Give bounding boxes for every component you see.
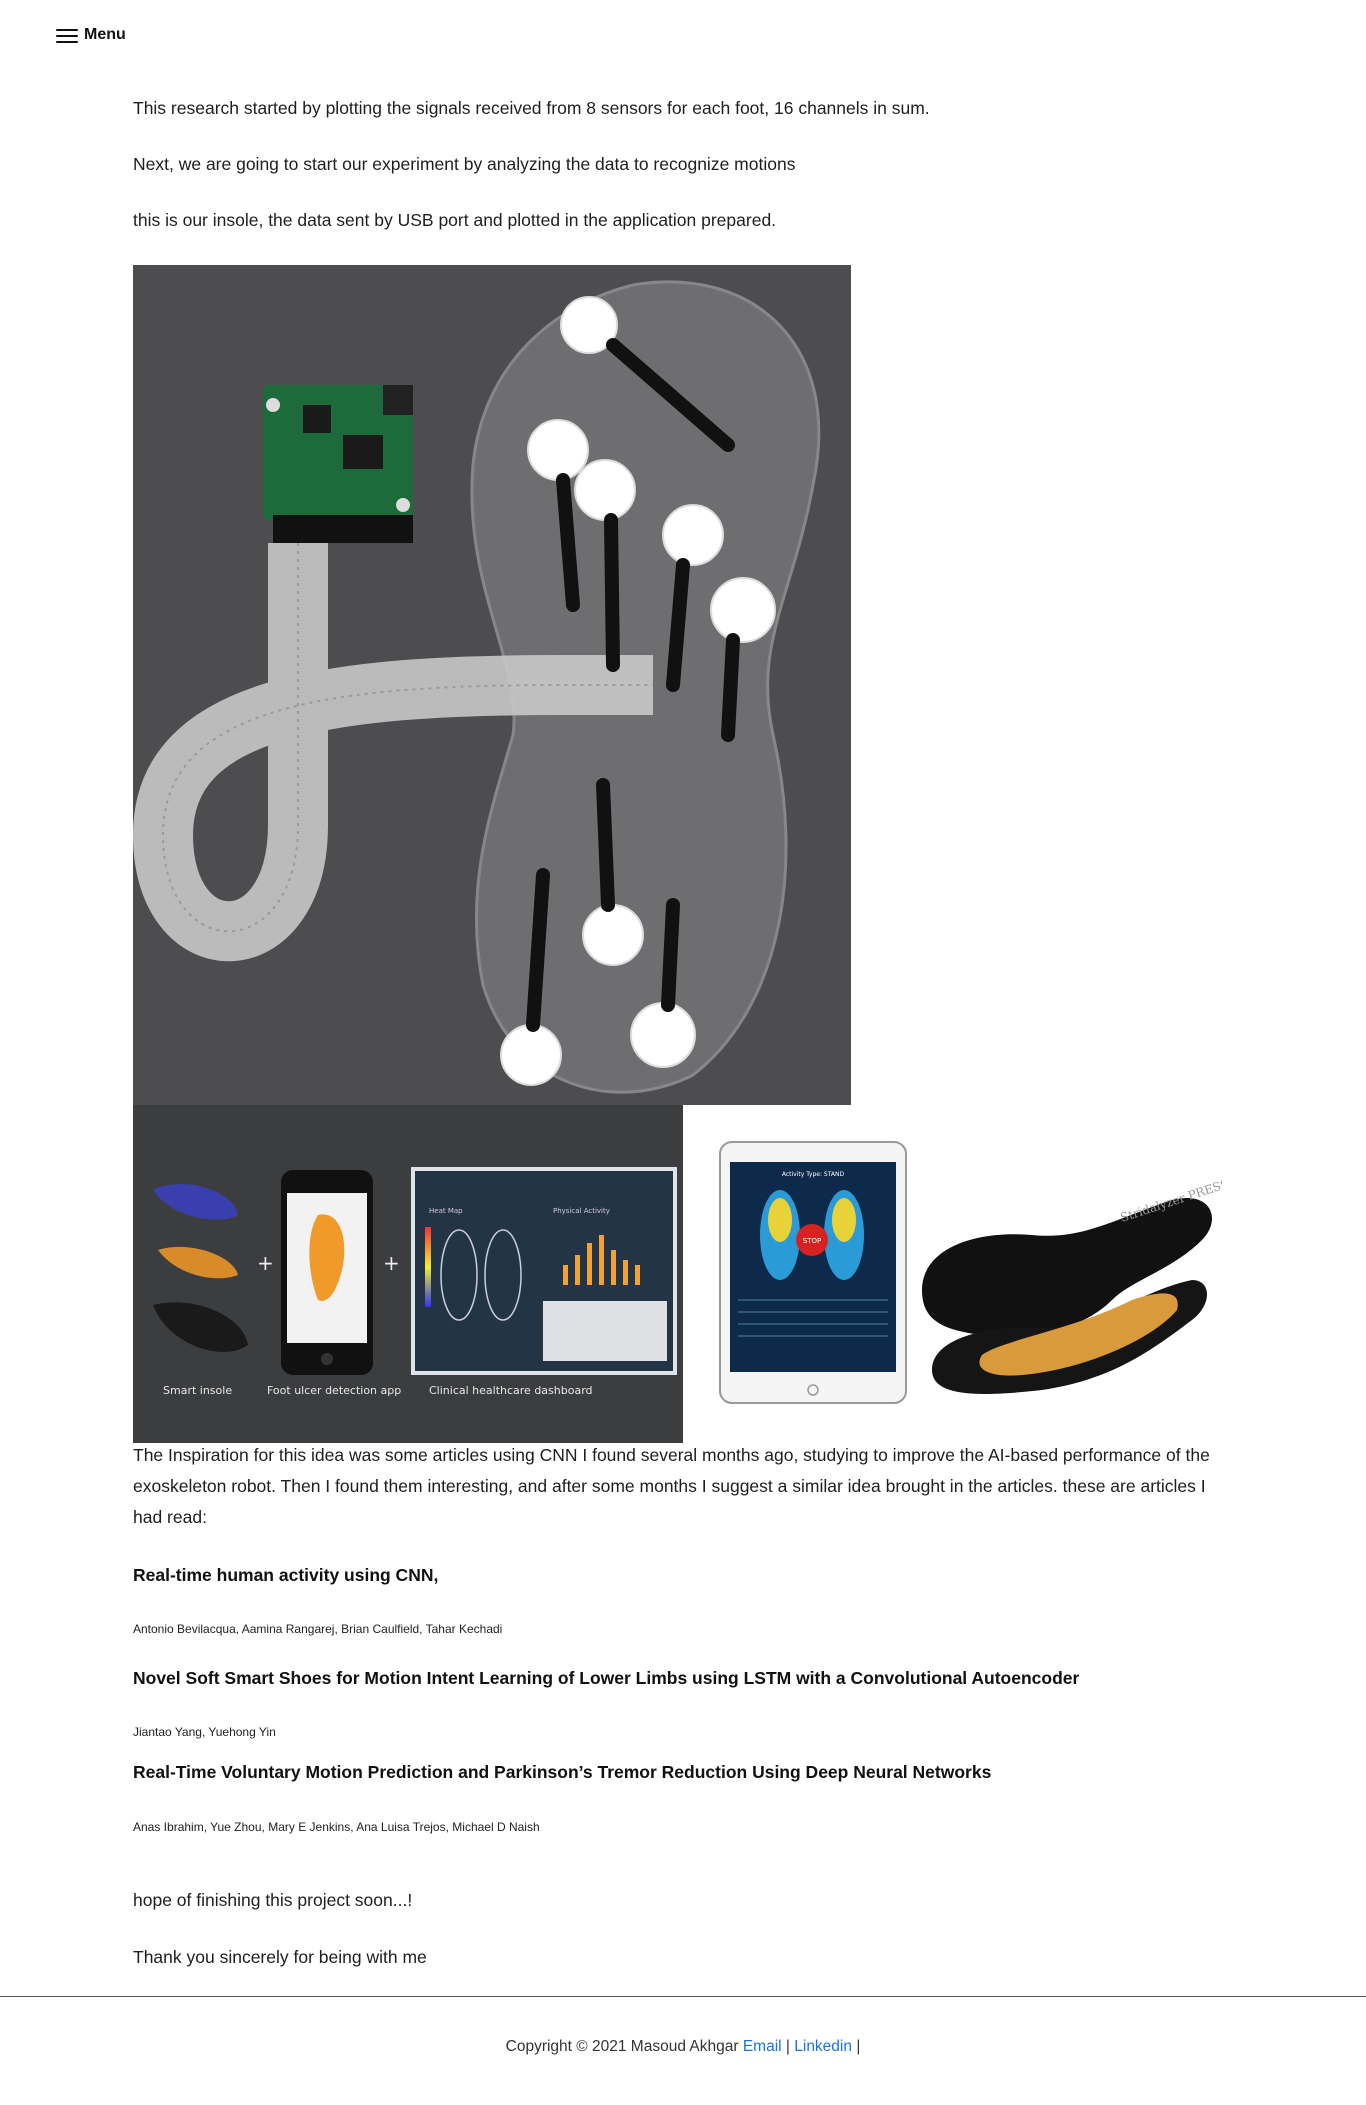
footer-trailing-separator: | — [856, 2038, 861, 2055]
footer-divider — [0, 1996, 1366, 1997]
dashboard-heatmap-label: Heat Map — [429, 1207, 463, 1215]
figure-label-foot-ulcer-app: Foot ulcer detection app — [267, 1384, 401, 1397]
closing-paragraph-2: Thank you sincerely for being with me — [133, 1947, 427, 1967]
closing-paragraph-1: hope of finishing this project soon...! — [133, 1890, 413, 1910]
reference-title-2: Novel Soft Smart Shoes for Motion Intent… — [133, 1668, 1080, 1688]
reference-authors-1: Antonio Bevilacqua, Aamina Rangarej, Bri… — [133, 1622, 503, 1636]
tablet-stop-label: STOP — [803, 1237, 821, 1245]
tablet-title: Activity Type: STAND — [782, 1171, 845, 1178]
intro-paragraph-2: Next, we are going to start our experime… — [133, 154, 796, 174]
reference-title-1: Real-time human activity using CNN, — [133, 1565, 439, 1585]
reference-authors-2: Jiantao Yang, Yuehong Yin — [133, 1725, 276, 1739]
pressure-insole-photo: Stridalyzer PRESSURE — [922, 1180, 1222, 1394]
smart-insole-figure: + + Heat Map Physical Activity Smart ins… — [133, 1105, 683, 1443]
figure-label-dashboard: Clinical healthcare dashboard — [429, 1384, 593, 1397]
figure-label-smart-insole: Smart insole — [163, 1384, 232, 1397]
reference-title-3: Real-Time Voluntary Motion Prediction an… — [133, 1762, 992, 1782]
linkedin-link[interactable]: Linkedin — [794, 2038, 852, 2055]
svg-text:+: + — [257, 1251, 274, 1275]
pcb-board — [263, 385, 413, 543]
intro-paragraph-1: This research started by plotting the si… — [133, 98, 930, 118]
hamburger-icon — [56, 27, 78, 43]
insole-photo — [133, 265, 851, 1105]
tablet-photo: Activity Type: STAND STOP — [719, 1141, 907, 1404]
inspiration-paragraph: The Inspiration for this idea was some a… — [133, 1445, 1210, 1527]
intro-paragraph-3: this is our insole, the data sent by USB… — [133, 210, 777, 230]
svg-text:+: + — [383, 1251, 400, 1275]
email-link[interactable]: Email — [743, 2038, 782, 2055]
dashboard-activity-label: Physical Activity — [553, 1207, 610, 1215]
menu-button[interactable]: Menu — [56, 26, 126, 44]
menu-label: Menu — [84, 26, 126, 43]
copyright-text: Copyright © 2021 Masoud Akhgar — [505, 2038, 739, 2055]
footer: Copyright © 2021 Masoud Akhgar Email | L… — [0, 2038, 1366, 2056]
footer-separator: | — [785, 2038, 790, 2055]
reference-authors-3: Anas Ibrahim, Yue Zhou, Mary E Jenkins, … — [133, 1820, 540, 1834]
